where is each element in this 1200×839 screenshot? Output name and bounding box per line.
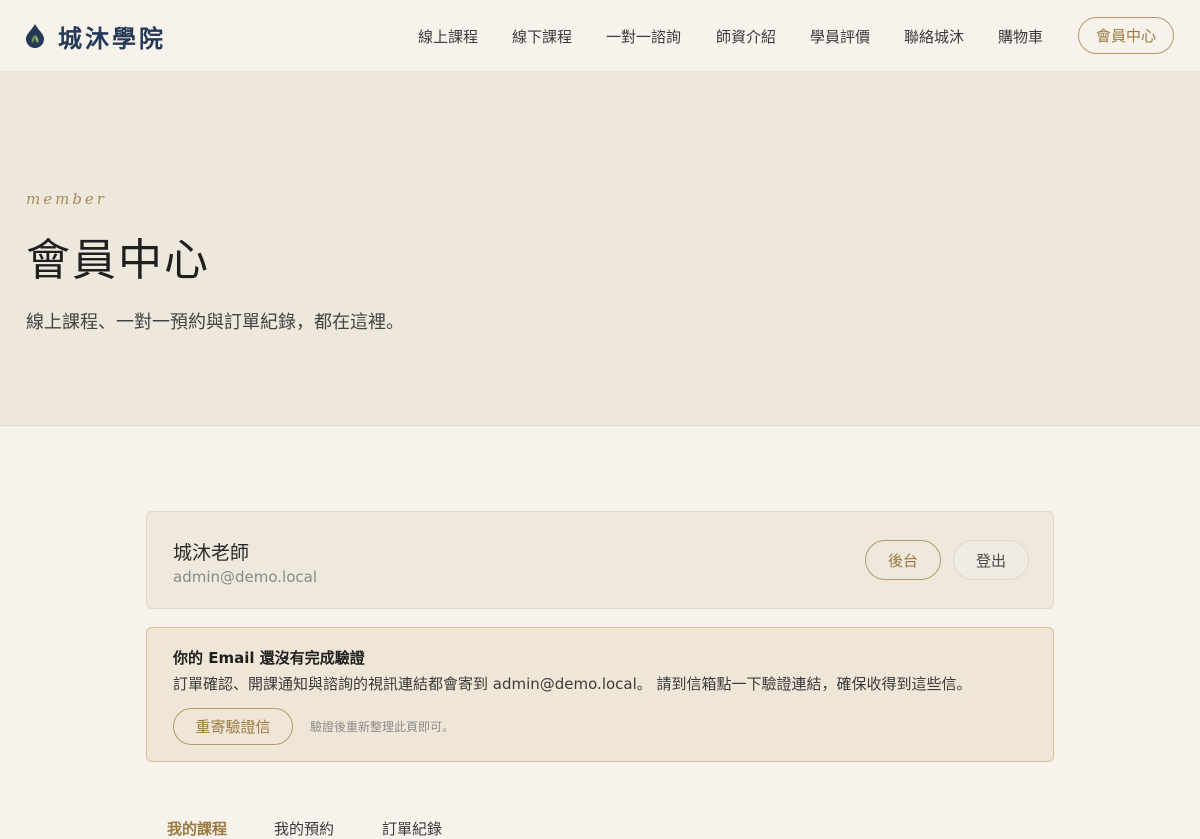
nav-contact[interactable]: 聯絡城沐 (904, 26, 964, 47)
profile-name: 城沐老師 (173, 542, 250, 564)
logout-button[interactable]: 登出 (953, 540, 1029, 580)
member-center-button[interactable]: 會員中心 (1078, 17, 1174, 54)
brand-name: 城沐學院 (58, 23, 166, 53)
leaf-drop-icon (26, 24, 44, 48)
email-verification-notice: 你的 Email 還沒有完成驗證 訂單確認、開課通知與諮詢的視訊連結都會寄到 a… (146, 627, 1054, 762)
profile-card: 城沐老師 admin@demo.local 後台 登出 (146, 511, 1054, 609)
nav-offline-courses[interactable]: 線下課程 (512, 26, 572, 47)
brand-logo-link[interactable]: 城沐學院 (24, 20, 166, 53)
member-tabs: 我的課程 我的預約 訂單紀錄 (146, 818, 1054, 838)
notice-hint: 驗證後重新整理此頁即可。 (310, 720, 455, 734)
nav-teachers[interactable]: 師資介紹 (716, 26, 776, 47)
admin-button[interactable]: 後台 (865, 540, 941, 580)
hero-banner: member 會員中心 線上課程、一對一預約與訂單紀錄，都在這裡。 (0, 72, 1200, 426)
hero-description: 線上課程、一對一預約與訂單紀錄，都在這裡。 (26, 312, 404, 333)
notice-body: 訂單確認、開課通知與諮詢的視訊連結都會寄到 admin@demo.local。 … (173, 675, 972, 693)
nav-cart[interactable]: 購物車 (998, 26, 1043, 47)
resend-verification-button[interactable]: 重寄驗證信 (173, 708, 293, 745)
notice-title: 你的 Email 還沒有完成驗證 (173, 649, 365, 667)
page-title: 會員中心 (26, 235, 210, 286)
profile-email: admin@demo.local (173, 568, 317, 586)
nav-reviews[interactable]: 學員評價 (810, 26, 870, 47)
hero-kicker: member (26, 190, 107, 208)
top-navigation-bar: 城沐學院 線上課程 線下課程 一對一諮詢 師資介紹 學員評價 聯絡城沐 購物車 … (0, 0, 1200, 72)
nav-online-courses[interactable]: 線上課程 (418, 26, 478, 47)
nav-consultation[interactable]: 一對一諮詢 (606, 26, 681, 47)
